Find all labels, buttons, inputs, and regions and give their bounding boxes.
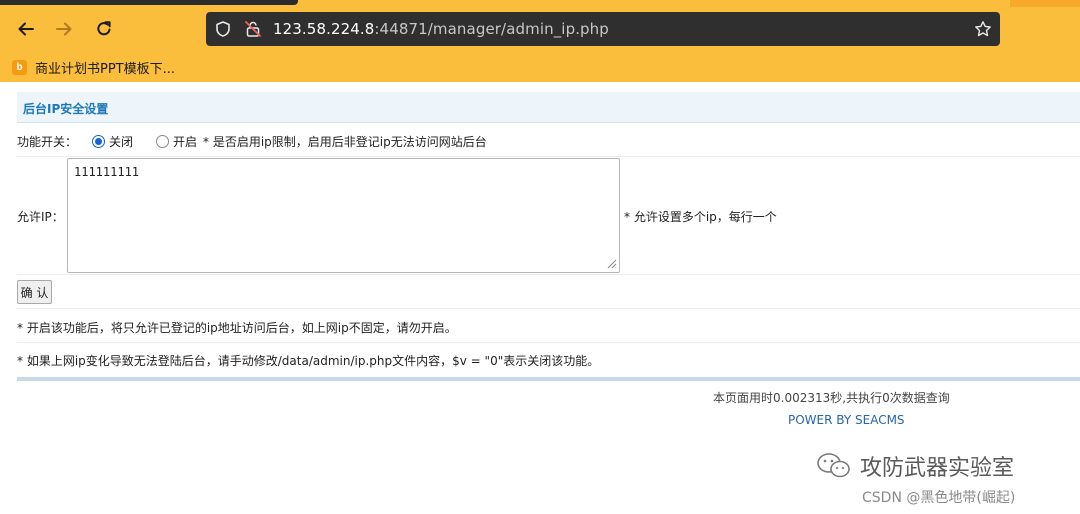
footer-powered[interactable]: POWER BY SEACMS — [788, 413, 905, 427]
option-on-label[interactable]: 开启 — [173, 133, 197, 150]
wechat-icon — [817, 453, 850, 478]
url-text[interactable]: 123.58.224.8:44871/manager/admin_ip.php — [273, 20, 609, 38]
bookmark-item[interactable]: b 商业计划书PPT模板下... — [12, 58, 175, 77]
note-2: * 如果上网ip变化导致无法登陆后台，请手动修改/data/admin/ip.p… — [17, 354, 600, 368]
insecure-lock-icon[interactable] — [244, 20, 262, 38]
allow-ip-label: 允许IP： — [17, 210, 64, 224]
url-host: 123.58.224.8 — [273, 20, 375, 38]
switch-label: 功能开关： — [17, 135, 78, 149]
back-button[interactable] — [10, 13, 42, 45]
allow-ip-row: 允许IP： 111111111 * 允许设置多个ip，每行一个 — [17, 157, 1080, 275]
bookmark-star-icon[interactable] — [974, 20, 992, 38]
note-row-2: * 如果上网ip变化导致无法登陆后台，请手动修改/data/admin/ip.p… — [17, 343, 1080, 377]
arrow-right-icon — [56, 22, 72, 36]
bookmark-favicon-icon: b — [12, 60, 27, 75]
switch-row: 功能开关： 关闭 开启 * 是否启用ip限制，启用后非登记ip无法访问网站后台 — [17, 123, 1080, 157]
panel-title: 后台IP安全设置 — [23, 102, 109, 116]
confirm-button[interactable]: 确 认 — [17, 280, 52, 304]
forward-button[interactable] — [48, 13, 80, 45]
option-off-label[interactable]: 关闭 — [109, 133, 133, 150]
address-bar[interactable]: 123.58.224.8:44871/manager/admin_ip.php — [206, 12, 1000, 46]
url-path: :44871/manager/admin_ip.php — [374, 20, 609, 38]
allow-ip-textarea[interactable]: 111111111 — [67, 158, 620, 273]
browser-toolbar: 123.58.224.8:44871/manager/admin_ip.php … — [0, 0, 1080, 82]
reload-icon — [97, 21, 111, 36]
divider — [17, 377, 1080, 381]
bookmark-label: 商业计划书PPT模板下... — [35, 62, 176, 77]
radio-on[interactable] — [156, 135, 169, 148]
note-row-1: * 开启该功能后，将只允许已登记的ip地址访问后台，如上网ip不固定，请勿开启。 — [17, 309, 1080, 343]
tab-strip-edge — [0, 0, 298, 5]
watermark-sub: CSDN @黑色地带(崛起) — [862, 490, 1016, 506]
panel-header: 后台IP安全设置 — [17, 92, 1080, 123]
footer-timing: 本页面用时0.002313秒,共执行0次数据查询 — [713, 391, 950, 405]
confirm-row: 确 认 — [17, 275, 1080, 309]
allow-ip-hint: * 允许设置多个ip，每行一个 — [624, 210, 777, 224]
switch-hint: * 是否启用ip限制，启用后非登记ip无法访问网站后台 — [203, 135, 487, 149]
shield-icon[interactable] — [214, 20, 232, 38]
radio-off[interactable] — [92, 135, 105, 148]
reload-button[interactable] — [88, 13, 120, 45]
arrow-left-icon — [18, 22, 34, 36]
note-1: * 开启该功能后，将只允许已登记的ip地址访问后台，如上网ip不固定，请勿开启。 — [17, 321, 457, 335]
watermark: 攻防武器实验室 — [816, 450, 1014, 482]
watermark-main: 攻防武器实验室 — [860, 456, 1015, 481]
resize-grip-icon[interactable] — [605, 257, 617, 269]
tab-strip-edge-right — [1010, 0, 1080, 7]
